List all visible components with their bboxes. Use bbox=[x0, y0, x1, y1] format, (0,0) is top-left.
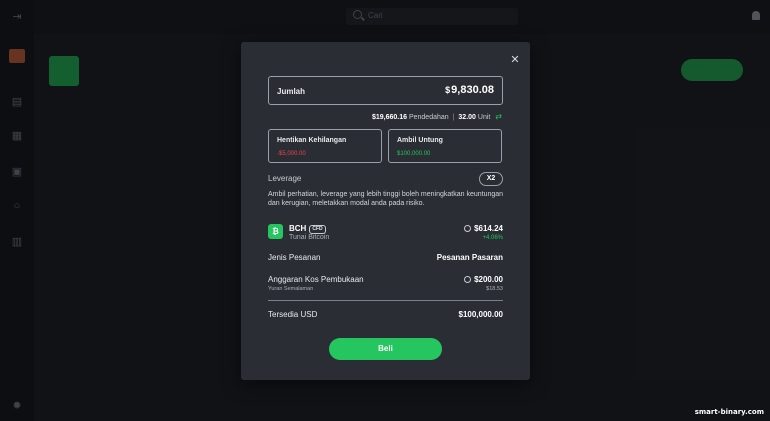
asset-price-line: $614.24 bbox=[464, 224, 503, 233]
exposure-label: Pendedahan bbox=[408, 114, 449, 121]
asset-change: +4.06% bbox=[482, 235, 503, 241]
take-profit-label: Ambil Untung bbox=[397, 137, 443, 144]
overnight-fee-label: Yuran Semalaman bbox=[268, 286, 314, 292]
amount-field[interactable]: Jumlah $9,830.08 bbox=[268, 76, 503, 105]
take-profit-box[interactable]: Ambil Untung $100,000.00 bbox=[388, 129, 502, 163]
asset-name: Tunai Bitcoin bbox=[289, 234, 330, 241]
clock-icon bbox=[464, 225, 472, 232]
summary-separator: | bbox=[452, 114, 455, 121]
exposure-summary: $19,660.16 Pendedahan | 32.00 Unit ⇄ bbox=[372, 112, 502, 121]
asset-price: $614.24 bbox=[474, 224, 503, 233]
asset-symbol-line: BCH CFD bbox=[289, 224, 326, 234]
bch-logo-icon: ₿ bbox=[268, 224, 283, 239]
exposure-amount: $19,660.16 bbox=[371, 114, 407, 121]
available-label: Tersedia USD bbox=[268, 310, 318, 319]
overnight-fee-value: $18.53 bbox=[486, 286, 503, 292]
buy-button[interactable]: Beli bbox=[329, 338, 442, 360]
units-value: 32.00 bbox=[458, 114, 476, 121]
take-profit-value: $100,000.00 bbox=[397, 151, 431, 157]
trade-modal: ✕ Jumlah $9,830.08 $19,660.16 Pendedahan… bbox=[241, 42, 530, 380]
leverage-label: Leverage bbox=[268, 174, 302, 183]
watermark: smart-binary.com bbox=[694, 408, 764, 416]
leverage-warning: Ambil perhatian, leverage yang lebih tin… bbox=[268, 191, 504, 207]
close-icon[interactable]: ✕ bbox=[509, 54, 521, 66]
stop-loss-box[interactable]: Hentikan Kehilangan -$5,000.00 bbox=[268, 129, 382, 163]
order-type-label: Jenis Pesanan bbox=[268, 253, 321, 262]
swap-units-icon[interactable]: ⇄ bbox=[495, 112, 502, 121]
leverage-selector[interactable]: X2 bbox=[479, 172, 503, 186]
amount-number: 9,830.08 bbox=[451, 84, 494, 96]
opening-cost-value: $200.00 bbox=[474, 275, 503, 284]
asset-symbol: BCH bbox=[289, 224, 307, 233]
clock-icon bbox=[464, 276, 472, 283]
amount-label: Jumlah bbox=[277, 87, 306, 96]
units-label: Unit bbox=[477, 114, 491, 121]
order-type-value[interactable]: Pesanan Pasaran bbox=[437, 253, 503, 262]
stop-loss-value: -$5,000.00 bbox=[277, 151, 306, 157]
currency-symbol: $ bbox=[445, 85, 451, 95]
opening-cost-line: $200.00 bbox=[464, 275, 503, 284]
available-value: $100,000.00 bbox=[458, 310, 504, 319]
stop-loss-label: Hentikan Kehilangan bbox=[277, 137, 347, 144]
amount-value[interactable]: $9,830.08 bbox=[445, 84, 494, 96]
opening-cost-label: Anggaran Kos Pembukaan bbox=[268, 275, 364, 284]
cfd-badge: CFD bbox=[309, 225, 326, 234]
divider bbox=[268, 300, 503, 301]
